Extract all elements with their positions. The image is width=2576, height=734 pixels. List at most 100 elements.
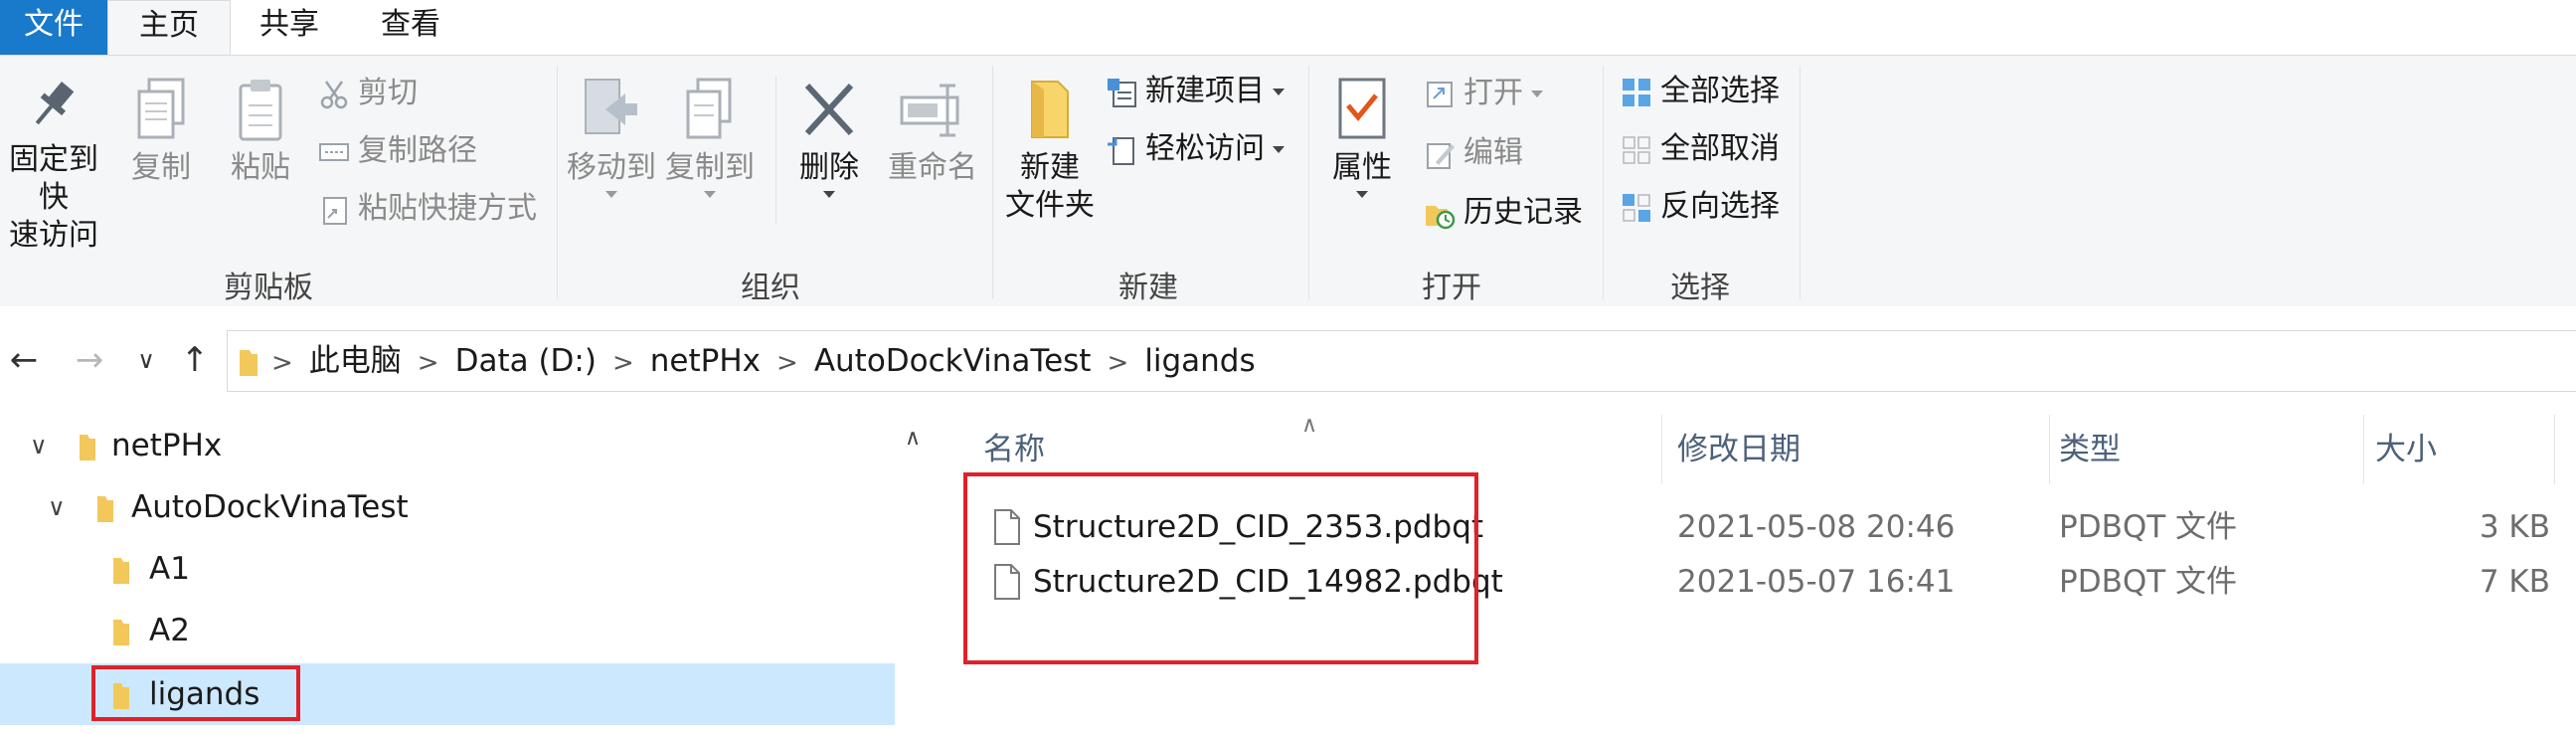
move-to-button[interactable]: 移动到 <box>567 76 656 198</box>
paste-button[interactable]: 粘贴 <box>221 76 300 187</box>
copy-to-button[interactable]: 复制到 <box>664 76 756 198</box>
group-separator <box>1308 66 1309 299</box>
folder-icon <box>113 620 129 645</box>
invert-selection-button[interactable]: 反向选择 <box>1621 185 1780 229</box>
chevron-down-icon[interactable]: ∨ <box>48 476 66 538</box>
tree-item-a1[interactable]: A1 <box>0 538 895 600</box>
folder-icon <box>113 683 129 709</box>
document-icon <box>994 564 1020 600</box>
pin-icon <box>35 82 75 125</box>
pin-label-line1: 固定到快 <box>9 142 98 215</box>
copy-to-label: 复制到 <box>665 150 755 185</box>
tab-home[interactable]: 主页 <box>107 0 231 57</box>
column-header-modified[interactable]: 修改日期 <box>1677 415 1801 484</box>
column-divider[interactable] <box>2554 415 2555 484</box>
invert-selection-label: 反向选择 <box>1660 189 1780 224</box>
chevron-down-icon <box>1356 191 1368 198</box>
tree-item-label: netPHx <box>111 428 223 463</box>
tree-item-netphx[interactable]: ∨ netPHx <box>0 415 895 476</box>
chevron-down-icon[interactable]: ∨ <box>30 415 48 476</box>
select-none-label: 全部取消 <box>1660 131 1780 166</box>
easy-access-button[interactable]: 轻松访问 <box>1106 127 1285 171</box>
breadcrumb-chevron-icon: > <box>271 348 293 378</box>
navigation-bar: ← → ∨ ↑ > 此电脑 > Data (D:) > netPHx > AutoDockVi… <box>0 306 2576 414</box>
open-button[interactable]: 打开 <box>1424 72 1543 115</box>
edit-label: 编辑 <box>1463 135 1523 170</box>
new-folder-button[interactable]: 新建 文件夹 <box>1000 76 1100 225</box>
group-label-open: 打开 <box>1422 271 1481 305</box>
new-folder-label-line1: 新建 <box>1020 150 1080 185</box>
scroll-up-arrow-icon[interactable]: ∧ <box>905 426 921 451</box>
edit-icon <box>1427 142 1455 169</box>
breadcrumb-ligands[interactable]: ligands <box>1144 331 1255 391</box>
rename-button[interactable]: 重命名 <box>881 76 984 187</box>
pin-label-line2: 速访问 <box>9 218 98 253</box>
folder-icon <box>97 496 113 522</box>
breadcrumb-netphx[interactable]: netPHx <box>650 331 761 391</box>
edit-button[interactable]: 编辑 <box>1424 131 1523 175</box>
breadcrumb-chevron-icon: > <box>776 348 798 378</box>
easy-access-icon <box>1108 136 1134 165</box>
paste-shortcut-label: 粘贴快捷方式 <box>358 191 537 226</box>
recent-locations-chevron-icon[interactable]: ∨ <box>129 338 163 382</box>
move-to-label: 移动到 <box>567 150 656 185</box>
new-folder-label-line2: 文件夹 <box>1005 188 1095 223</box>
invert-selection-icon <box>1623 193 1650 222</box>
group-label-clipboard: 剪贴板 <box>224 271 313 305</box>
select-none-icon <box>1623 135 1650 164</box>
breadcrumb-this-pc[interactable]: 此电脑 <box>309 331 402 391</box>
easy-access-label: 轻松访问 <box>1145 131 1265 166</box>
tab-view[interactable]: 查看 <box>350 0 471 55</box>
column-divider[interactable] <box>2363 415 2364 484</box>
tab-file[interactable]: 文件 <box>0 0 107 55</box>
breadcrumb: > 此电脑 > Data (D:) > netPHx > AutoDockVinaTest > l… <box>238 331 1272 391</box>
properties-button[interactable]: 属性 <box>1322 76 1402 198</box>
breadcrumb-chevron-icon: > <box>1107 348 1129 378</box>
copy-path-button[interactable]: 复制路径 <box>318 129 477 173</box>
pane-splitter[interactable] <box>930 415 963 734</box>
column-divider[interactable] <box>2049 415 2050 484</box>
tab-share[interactable]: 共享 <box>229 0 350 55</box>
column-header-size[interactable]: 大小 <box>2375 415 2437 484</box>
new-item-button[interactable]: 新建项目 <box>1106 70 1285 113</box>
file-row[interactable]: Structure2D_CID_14982.pdbqt 2021-05-07 1… <box>963 555 2576 610</box>
address-bar[interactable]: > 此电脑 > Data (D:) > netPHx > AutoDockVinaTest > l… <box>227 330 2576 392</box>
group-separator <box>1603 66 1604 299</box>
column-header-name[interactable]: 名称 <box>983 415 1045 484</box>
paste-shortcut-icon <box>323 196 347 225</box>
up-arrow-icon[interactable]: ↑ <box>175 338 215 382</box>
paste-shortcut-button[interactable]: 粘贴快捷方式 <box>318 187 537 231</box>
breadcrumb-data-drive[interactable]: Data (D:) <box>455 331 597 391</box>
copy-path-icon <box>319 142 349 161</box>
back-arrow-icon[interactable]: ← <box>4 338 44 382</box>
column-header-type[interactable]: 类型 <box>2059 415 2121 484</box>
delete-button[interactable]: 删除 <box>791 76 867 198</box>
select-none-button[interactable]: 全部取消 <box>1621 127 1780 171</box>
file-type: PDBQT 文件 <box>2059 564 2238 600</box>
copy-path-label: 复制路径 <box>358 133 477 168</box>
file-row[interactable]: Structure2D_CID_2353.pdbqt 2021-05-08 20… <box>963 500 2576 555</box>
group-separator <box>992 66 993 299</box>
tree-item-label: A1 <box>149 551 190 587</box>
tree-item-autodockvinatest[interactable]: ∨ AutoDockVinaTest <box>0 476 895 538</box>
column-divider[interactable] <box>1661 415 1662 484</box>
breadcrumb-chevron-icon: > <box>611 348 634 378</box>
tree-item-ligands[interactable]: ligands <box>0 663 895 725</box>
cut-button[interactable]: 剪切 <box>318 72 418 115</box>
copy-button[interactable]: 复制 <box>123 76 199 187</box>
file-list: 名称 ∧ 修改日期 类型 大小 Structure2D_CID_2353.pdb… <box>963 413 2576 734</box>
group-separator <box>557 66 558 299</box>
breadcrumb-autodockvinatest[interactable]: AutoDockVinaTest <box>814 331 1092 391</box>
select-all-icon <box>1623 78 1650 106</box>
forward-arrow-icon[interactable]: → <box>70 338 109 382</box>
file-name: Structure2D_CID_14982.pdbqt <box>1033 564 1503 600</box>
properties-label: 属性 <box>1332 150 1392 185</box>
tree-item-label: A2 <box>149 613 190 648</box>
history-button[interactable]: 历史记录 <box>1424 191 1583 235</box>
select-all-button[interactable]: 全部选择 <box>1621 70 1780 113</box>
chevron-down-icon <box>1531 91 1543 97</box>
pin-to-quick-access-button[interactable]: 固定到快 速访问 <box>0 76 107 255</box>
tree-item-a2[interactable]: A2 <box>0 600 895 661</box>
new-folder-icon <box>1031 81 1069 138</box>
copy-label: 复制 <box>131 150 191 185</box>
